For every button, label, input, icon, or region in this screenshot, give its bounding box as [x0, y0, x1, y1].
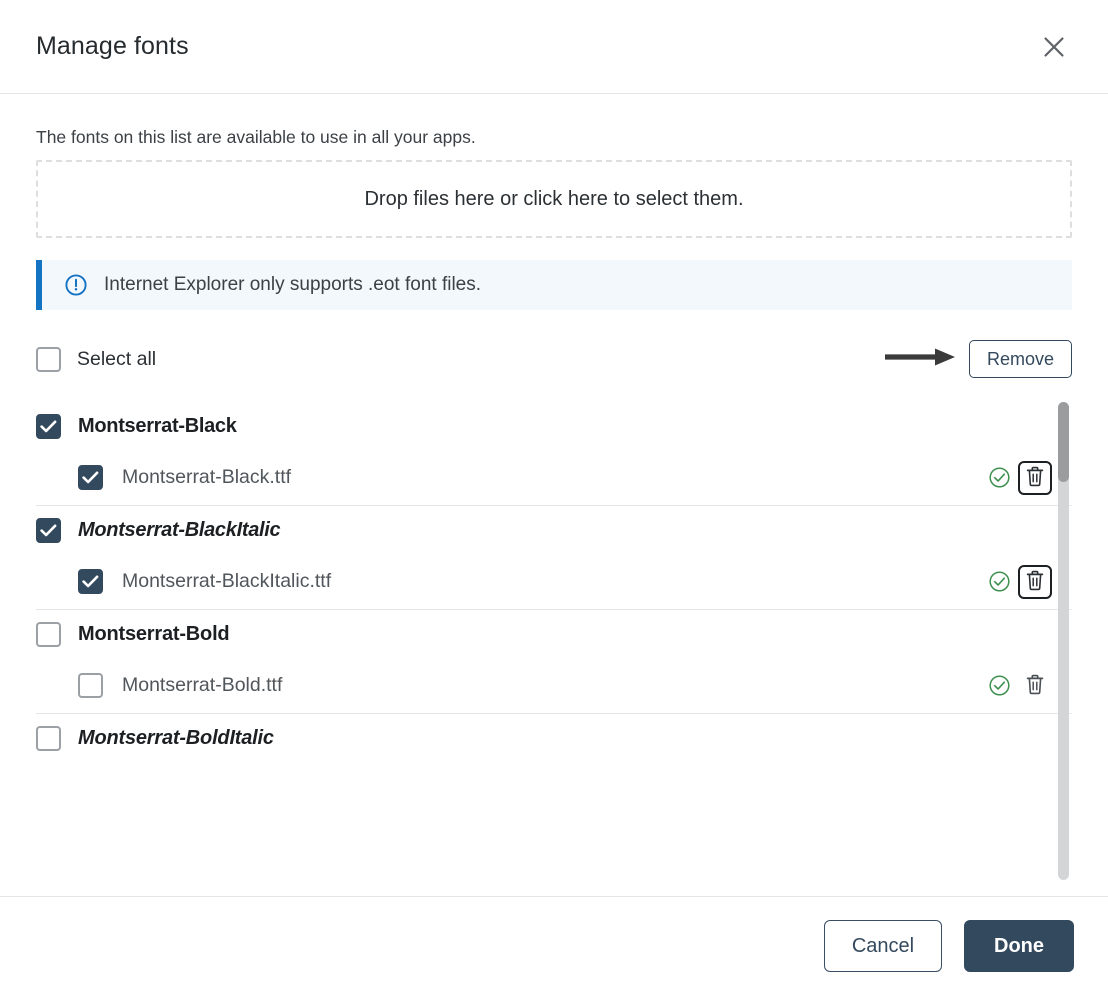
font-group-name: Montserrat-Black: [78, 414, 237, 437]
close-icon: [1043, 36, 1065, 58]
dialog-footer: Cancel Done: [0, 896, 1108, 994]
cancel-button[interactable]: Cancel: [824, 919, 942, 972]
font-group-checkbox[interactable]: [36, 517, 61, 543]
font-list-scroll-thumb[interactable]: [1058, 402, 1069, 482]
remove-button[interactable]: Remove: [968, 340, 1072, 378]
font-file-name: Montserrat-Black.ttf: [122, 466, 292, 488]
font-group: Montserrat-BoldItalic: [36, 714, 1072, 762]
check-circle-icon: [988, 570, 1011, 593]
dialog-header: Manage fonts: [0, 0, 1108, 94]
font-file-name: Montserrat-BlackItalic.ttf: [122, 570, 332, 592]
font-group-name: Montserrat-Bold: [78, 622, 230, 645]
font-group: Montserrat-Black Montserrat-Black.ttf: [36, 402, 1072, 506]
list-toolbar: Select all Remove: [36, 336, 1072, 382]
delete-font-file-button[interactable]: [1018, 460, 1052, 495]
toolbar-right-group: Remove: [883, 340, 1072, 378]
trash-icon: [1025, 466, 1045, 490]
font-group-header[interactable]: Montserrat-BoldItalic: [36, 714, 1072, 762]
manage-fonts-dialog: Manage fonts The fonts on this list are …: [0, 0, 1108, 994]
done-button[interactable]: Done: [964, 919, 1074, 972]
font-group-checkbox[interactable]: [36, 413, 61, 439]
font-group-header[interactable]: Montserrat-Bold: [36, 610, 1072, 658]
font-file-row: Montserrat-Bold.ttf: [36, 658, 1072, 713]
select-all-checkbox[interactable]: [36, 346, 61, 372]
font-group: Montserrat-BlackItalic Montserrat-BlackI…: [36, 506, 1072, 610]
font-list: Montserrat-Black Montserrat-Black.ttf Mo…: [36, 402, 1072, 762]
arrow-right-annotation: [883, 344, 961, 375]
info-alert-text: Internet Explorer only supports .eot fon…: [104, 274, 482, 295]
font-group-name: Montserrat-BoldItalic: [78, 726, 274, 749]
dropzone-label: Drop files here or click here to select …: [364, 187, 744, 210]
font-file-row: Montserrat-BlackItalic.ttf: [36, 554, 1072, 609]
delete-font-file-button[interactable]: [1018, 564, 1052, 599]
font-group-checkbox[interactable]: [36, 725, 61, 751]
font-file-checkbox[interactable]: [78, 569, 103, 594]
font-file-name: Montserrat-Bold.ttf: [122, 674, 283, 696]
font-group-header[interactable]: Montserrat-BlackItalic: [36, 506, 1072, 554]
info-circle-icon: [64, 273, 88, 297]
font-group-header[interactable]: Montserrat-Black: [36, 402, 1072, 450]
font-group-name: Montserrat-BlackItalic: [78, 518, 281, 541]
select-all-control[interactable]: Select all: [36, 346, 157, 372]
font-file-checkbox[interactable]: [78, 673, 103, 698]
check-circle-icon: [988, 466, 1011, 489]
file-dropzone[interactable]: Drop files here or click here to select …: [36, 160, 1072, 238]
font-list-container: Montserrat-Black Montserrat-Black.ttf Mo…: [36, 402, 1072, 896]
check-circle-icon: [988, 674, 1011, 697]
font-group-checkbox[interactable]: [36, 621, 61, 647]
delete-font-file-button[interactable]: [1018, 669, 1052, 703]
info-alert: Internet Explorer only supports .eot fon…: [36, 260, 1072, 310]
trash-icon: [1025, 570, 1045, 594]
intro-text: The fonts on this list are available to …: [36, 127, 476, 147]
close-button[interactable]: [1034, 27, 1074, 67]
font-group: Montserrat-Bold Montserrat-Bold.ttf: [36, 610, 1072, 714]
select-all-label: Select all: [77, 347, 157, 370]
font-list-scrollbar[interactable]: [1058, 402, 1069, 880]
font-file-row: Montserrat-Black.ttf: [36, 450, 1072, 505]
font-file-checkbox[interactable]: [78, 465, 103, 490]
dialog-body: The fonts on this list are available to …: [0, 94, 1108, 896]
page-title: Manage fonts: [36, 32, 189, 60]
trash-icon: [1025, 674, 1045, 698]
